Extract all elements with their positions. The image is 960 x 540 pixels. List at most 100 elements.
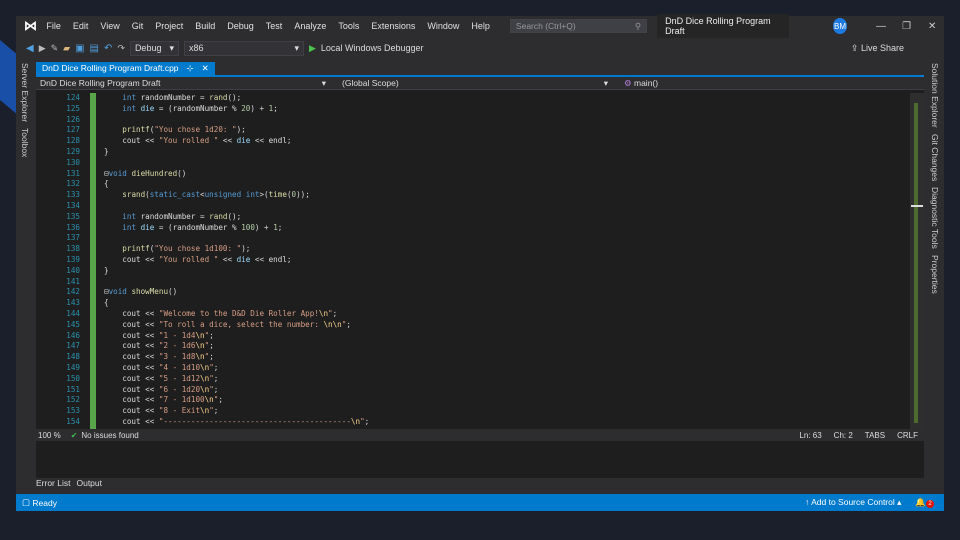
code-text: cout << "To roll a dice, select the numb… bbox=[104, 320, 351, 331]
menu-edit[interactable]: Edit bbox=[67, 21, 95, 31]
restore-button[interactable]: ❐ bbox=[895, 21, 919, 32]
code-line: 138 printf("You chose 1d100: "); bbox=[36, 244, 908, 255]
live-share-button[interactable]: ⇪ Live Share bbox=[851, 43, 904, 54]
code-text: cout << "You rolled " << die << endl; bbox=[104, 136, 291, 147]
ready-status: Ready bbox=[32, 497, 57, 508]
save-icon[interactable]: ▣ bbox=[75, 43, 84, 54]
search-box[interactable]: Search (Ctrl+Q) ⚲ bbox=[509, 19, 648, 33]
code-line: 145 cout << "To roll a dice, select the … bbox=[36, 319, 908, 331]
panel-tab-properties[interactable]: Properties bbox=[930, 255, 940, 294]
minimize-button[interactable]: — bbox=[869, 21, 893, 32]
change-indicator bbox=[90, 114, 96, 126]
tab-output[interactable]: Output bbox=[76, 478, 102, 488]
menu-git[interactable]: Git bbox=[126, 21, 150, 31]
platform-dropdown[interactable]: x86 ▾ bbox=[184, 40, 304, 56]
code-token: \n bbox=[195, 330, 205, 340]
avatar[interactable]: BM bbox=[832, 18, 848, 34]
line-ending[interactable]: CRLF bbox=[897, 431, 918, 440]
code-token: = (randomNumber % bbox=[154, 222, 242, 232]
member-dropdown[interactable]: ⚙ main() bbox=[614, 78, 924, 89]
code-line: 127 printf("You chose 1d20: "); bbox=[36, 125, 908, 137]
code-token: cout << bbox=[104, 330, 159, 340]
change-indicator bbox=[90, 395, 96, 407]
close-button[interactable]: ✕ bbox=[920, 21, 944, 32]
navigation-bar: DnD Dice Rolling Program Draft ▾ (Global … bbox=[36, 77, 924, 90]
panel-tab-server-explorer[interactable]: Server Explorer bbox=[20, 63, 30, 122]
line-number: 136 bbox=[66, 222, 80, 232]
menu-window[interactable]: Window bbox=[421, 21, 465, 31]
add-to-source-control[interactable]: ↑ Add to Source Control ▴ bbox=[805, 497, 901, 508]
panel-tab-toolbox[interactable]: Toolbox bbox=[20, 128, 30, 157]
panel-tab-git-changes[interactable]: Git Changes bbox=[930, 134, 940, 181]
code-text: { bbox=[104, 179, 109, 190]
zoom-level[interactable]: 100 % bbox=[38, 431, 61, 440]
save-all-icon[interactable]: ▤ bbox=[90, 43, 99, 54]
menu-view[interactable]: View bbox=[94, 21, 125, 31]
menu-help[interactable]: Help bbox=[465, 21, 496, 31]
scrollbar-thumb[interactable] bbox=[914, 103, 918, 423]
menu-analyze[interactable]: Analyze bbox=[288, 21, 332, 31]
code-line: 142 ⊟void showMenu() bbox=[36, 287, 908, 299]
code-area[interactable]: 124 int randomNumber = rand(); 125 int di… bbox=[36, 93, 908, 429]
code-token: printf bbox=[122, 244, 150, 254]
code-token: cout << bbox=[104, 254, 159, 264]
document-tabs: DnD Dice Rolling Program Draft.cpp ⊹ ✕ bbox=[36, 62, 924, 77]
menu-project[interactable]: Project bbox=[149, 21, 189, 31]
panel-tab-diagnostic-tools[interactable]: Diagnostic Tools bbox=[930, 187, 940, 249]
code-token: int bbox=[122, 211, 137, 221]
issues-status[interactable]: No issues found bbox=[81, 431, 138, 440]
code-text: cout << "7 - 1d100\n"; bbox=[104, 395, 223, 406]
menu-bar: File Edit View Git Project Build Debug Test Anal… bbox=[40, 21, 496, 31]
notification-count: 2 bbox=[926, 500, 934, 508]
change-indicator bbox=[90, 125, 96, 137]
code-token: time bbox=[268, 190, 287, 200]
menu-tools[interactable]: Tools bbox=[332, 21, 365, 31]
open-icon[interactable]: ▰ bbox=[63, 43, 70, 54]
code-token: cout << bbox=[104, 373, 159, 383]
redo-icon[interactable]: ↷ bbox=[117, 43, 125, 54]
code-token: "1 - 1d4 bbox=[158, 330, 196, 340]
new-item-icon[interactable]: ✎ bbox=[51, 43, 59, 54]
indent-mode[interactable]: TABS bbox=[865, 431, 885, 440]
line-number: 126 bbox=[66, 114, 80, 124]
start-debugger-button[interactable]: Local Windows Debugger bbox=[321, 43, 424, 53]
code-token: \n bbox=[195, 352, 205, 362]
line-number: 132 bbox=[66, 179, 80, 189]
configuration-dropdown[interactable]: Debug ▾ bbox=[129, 40, 179, 56]
code-token: \n bbox=[318, 308, 329, 318]
project-dropdown[interactable]: DnD Dice Rolling Program Draft ▾ bbox=[36, 78, 332, 89]
vertical-scrollbar[interactable] bbox=[910, 93, 924, 429]
change-indicator bbox=[90, 341, 96, 353]
line-number: 135 bbox=[66, 211, 80, 221]
panel-tab-solution-explorer[interactable]: Solution Explorer bbox=[930, 63, 940, 128]
close-tab-icon[interactable]: ✕ bbox=[202, 63, 209, 75]
line-number: 154 bbox=[66, 416, 80, 426]
pin-icon[interactable]: ⊹ bbox=[187, 63, 194, 75]
tab-error-list[interactable]: Error List bbox=[36, 478, 70, 488]
play-icon[interactable]: ▶ bbox=[309, 43, 316, 54]
menu-test[interactable]: Test bbox=[260, 21, 289, 31]
code-line: 150 cout << "5 - 1d12\n"; bbox=[36, 373, 908, 385]
code-token: cout << bbox=[104, 384, 159, 394]
code-token: 20 bbox=[241, 103, 251, 113]
code-line: 149 cout << "4 - 1d10\n"; bbox=[36, 362, 908, 374]
menu-debug[interactable]: Debug bbox=[221, 21, 260, 31]
change-indicator bbox=[90, 416, 96, 428]
back-icon[interactable]: ◀ bbox=[26, 43, 34, 54]
code-token: "7 - 1d100 bbox=[158, 395, 205, 405]
code-line: 139 cout << "You rolled " << die << endl… bbox=[36, 254, 908, 266]
line-number: Ln: 63 bbox=[799, 430, 822, 440]
code-line: 135 int randomNumber = rand(); bbox=[36, 211, 908, 223]
menu-file[interactable]: File bbox=[40, 21, 67, 31]
undo-icon[interactable]: ↶ bbox=[104, 43, 112, 54]
toolbar: ◀ ▶ ✎ ▰ ▣ ▤ ↶ ↷ Debug ▾ x86 ▾ ▶ Local Wind… bbox=[16, 37, 944, 59]
menu-extensions[interactable]: Extensions bbox=[365, 21, 421, 31]
left-panel-tabs: Server Explorer Toolbox bbox=[16, 61, 34, 481]
tab-cpp-file[interactable]: DnD Dice Rolling Program Draft.cpp ⊹ ✕ bbox=[36, 62, 215, 76]
scope-dropdown[interactable]: (Global Scope) ▾ bbox=[332, 78, 614, 89]
code-token: cout << bbox=[104, 136, 159, 146]
notifications-icon[interactable]: 🔔 2 bbox=[915, 497, 934, 508]
forward-icon[interactable]: ▶ bbox=[39, 43, 46, 54]
menu-build[interactable]: Build bbox=[189, 21, 221, 31]
code-token: "You rolled " bbox=[158, 254, 219, 264]
